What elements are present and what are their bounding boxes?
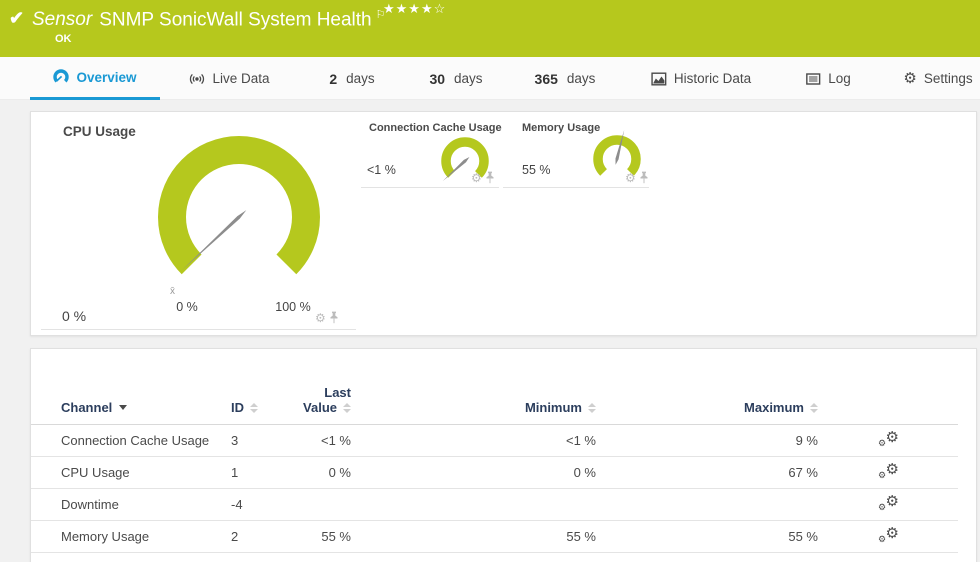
sort-icon [343,403,351,413]
connection-cell-divider [361,187,499,188]
header-minimum[interactable]: Minimum [351,385,596,425]
sort-icon [250,403,258,413]
channel-settings-gears-icon[interactable]: ⚙⚙ [877,462,899,480]
tab-30-days[interactable]: 30 days [429,57,482,100]
tab-label: days [454,71,483,86]
tab-label: Historic Data [674,71,751,86]
tab-log[interactable]: Log [805,57,851,100]
table-row[interactable]: Memory Usage 2 55 % 55 % 55 % ⚙⚙ [31,521,958,553]
maximum-cell [596,489,818,521]
connection-cell-actions: ⚙ [471,171,495,184]
minimum-cell: 0 % [351,457,596,489]
header-channel[interactable]: Channel [61,385,231,425]
channel-settings-gears-icon[interactable]: ⚙⚙ [877,494,899,512]
cpu-gear-icon[interactable]: ⚙ [315,312,326,324]
maximum-cell: 9 % [596,425,818,457]
memory-gear-icon[interactable]: ⚙ [625,172,636,184]
sort-icon [588,403,596,413]
connection-current-value: <1 % [367,163,396,177]
minimum-cell: 55 % [351,521,596,553]
tab-live-data[interactable]: Live Data [188,57,269,100]
overview-content: CPU Usage x̄ 0 % 100 % 0 % ⚙ Connection … [0,100,980,562]
status-ok-check-icon: ✔ [9,8,24,29]
settings-gear-icon: ⚙ [903,71,916,86]
maximum-cell: 55 % [596,521,818,553]
cpu-cell-divider [41,329,356,330]
tab-settings[interactable]: ⚙ Settings [903,57,972,100]
minimum-cell [351,489,596,521]
table-header-row: Channel ID Last Value Minimum Maximum [31,385,958,425]
historic-chart-icon [651,71,667,87]
id-cell: 3 [231,425,281,457]
header-last-value[interactable]: Last Value [281,385,351,425]
channel-cell[interactable]: Memory Usage [61,521,231,553]
tab-label: Live Data [212,71,269,86]
id-cell: -4 [231,489,281,521]
tab-number: 2 [329,71,337,87]
memory-pin-icon[interactable] [639,171,649,184]
sensor-title: SNMP SonicWall System Health [99,9,371,30]
connection-gear-icon[interactable]: ⚙ [471,172,482,184]
tab-label: days [346,71,375,86]
gauges-panel: CPU Usage x̄ 0 % 100 % 0 % ⚙ Connection … [30,111,977,336]
last-value-cell [281,489,351,521]
cpu-gauge-title: CPU Usage [63,124,136,139]
header-maximum[interactable]: Maximum [596,385,818,425]
cpu-scale-min: 0 % [176,300,198,314]
sort-icon [810,403,818,413]
sensor-status-text: OK [55,33,72,45]
tab-number: 30 [429,71,445,87]
cpu-scale-max: 100 % [275,300,310,314]
channels-panel: Channel ID Last Value Minimum Maximum [30,348,977,562]
cpu-current-value: 0 % [62,308,86,324]
tab-overview[interactable]: Overview [30,57,160,100]
sort-desc-icon [119,405,127,410]
cpu-pin-icon[interactable] [329,311,339,324]
channel-cell[interactable]: Downtime [61,489,231,521]
last-value-cell: 0 % [281,457,351,489]
live-data-icon [188,71,205,87]
tab-label: Settings [924,71,973,86]
connection-pin-icon[interactable] [485,171,495,184]
memory-cell-divider [503,187,649,188]
tab-2-days[interactable]: 2 days [329,57,374,100]
tab-historic-data[interactable]: Historic Data [651,57,751,100]
cpu-average-marker: x̄ [170,286,175,297]
channel-settings-gears-icon[interactable]: ⚙⚙ [877,526,899,544]
channels-table: Channel ID Last Value Minimum Maximum [31,385,958,553]
channel-cell[interactable]: CPU Usage [61,457,231,489]
sensor-status-banner: ✔ SensorSNMP SonicWall System Health⚐ ★★… [0,0,980,57]
sensor-tab-bar: Overview Live Data 2 days 30 days 365 da… [0,57,980,100]
tab-365-days[interactable]: 365 days [535,57,596,100]
memory-cell-actions: ⚙ [625,171,649,184]
channel-cell[interactable]: Connection Cache Usage [61,425,231,457]
table-row[interactable]: CPU Usage 1 0 % 0 % 67 % ⚙⚙ [31,457,958,489]
table-row[interactable]: Connection Cache Usage 3 <1 % <1 % 9 % ⚙… [31,425,958,457]
last-value-cell: <1 % [281,425,351,457]
maximum-cell: 67 % [596,457,818,489]
minimum-cell: <1 % [351,425,596,457]
table-row[interactable]: Downtime -4 ⚙⚙ [31,489,958,521]
tab-label: Log [828,71,851,86]
log-icon [805,71,821,87]
object-type-label: Sensor [32,9,92,30]
sensor-title-row: SensorSNMP SonicWall System Health⚐ [32,8,386,31]
tab-number: 365 [535,71,558,87]
cpu-cell-actions: ⚙ [315,311,339,324]
channel-settings-gears-icon[interactable]: ⚙⚙ [877,430,899,448]
tab-label: Overview [76,70,136,85]
priority-stars-rating[interactable]: ★★★★☆ [383,1,446,17]
memory-current-value: 55 % [522,163,551,177]
last-value-cell: 55 % [281,521,351,553]
gauge-icon [53,69,69,85]
header-id[interactable]: ID [231,385,281,425]
id-cell: 1 [231,457,281,489]
tab-label: days [567,71,596,86]
id-cell: 2 [231,521,281,553]
